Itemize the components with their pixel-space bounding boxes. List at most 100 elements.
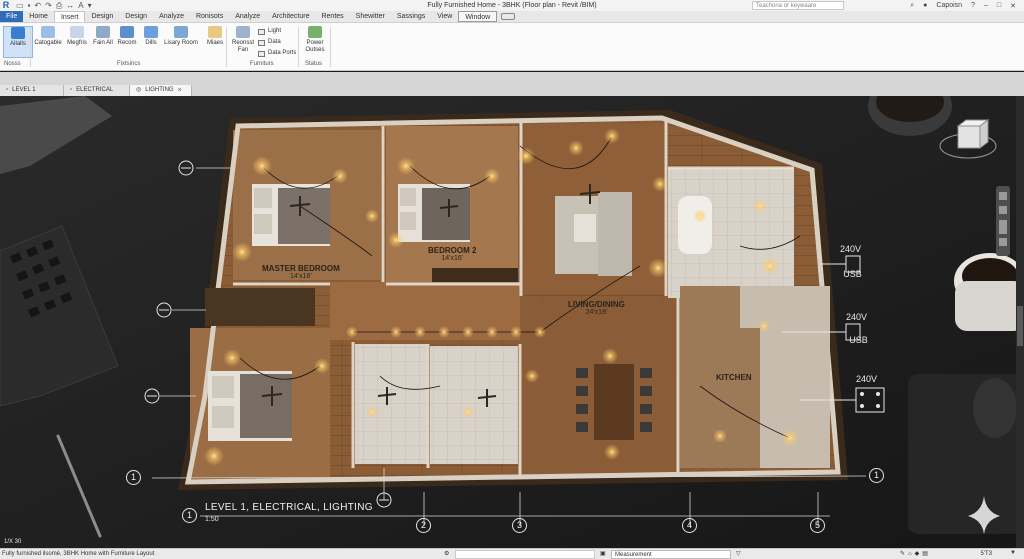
power-outlet-icon: [308, 26, 322, 38]
mouse: [973, 378, 1017, 438]
close-tab-icon[interactable]: ×: [178, 85, 182, 96]
annotation-240v-usb-1[interactable]: 240V USB: [840, 244, 862, 279]
fan-icon: [236, 26, 250, 38]
print-icon[interactable]: ⎙: [56, 1, 62, 11]
grid-bubble-5[interactable]: 5: [810, 518, 825, 533]
ribbon-separator: [330, 27, 331, 67]
room-icon: [120, 26, 134, 38]
title-right-controls: ⌕ ● Capoisn ? – □ ✕: [910, 0, 1016, 11]
tab-design-2[interactable]: Design: [119, 11, 153, 22]
settings-icon[interactable]: ⚙: [444, 550, 449, 557]
navigation-bar[interactable]: [996, 186, 1010, 256]
tab-view[interactable]: View: [431, 11, 458, 22]
redo-icon[interactable]: ↷: [45, 1, 52, 11]
grid-bubble-1-right[interactable]: 1: [869, 468, 884, 483]
undo-icon[interactable]: ↶: [34, 1, 41, 11]
power-outses-button[interactable]: Power Outses: [300, 26, 330, 58]
annotation-240v-usb-2[interactable]: 240V USB: [846, 312, 868, 345]
tab-rentes[interactable]: Rentes: [315, 11, 349, 22]
minimize-icon[interactable]: –: [984, 2, 988, 9]
view-tab-lighting[interactable]: ◎ LIGHTING ×: [130, 85, 192, 96]
room-label-bedroom-2: BEDROOM 2 14'x16': [428, 246, 477, 262]
light-icon: [258, 28, 265, 35]
search-icon[interactable]: ⌕: [910, 2, 914, 10]
data-item[interactable]: Data: [258, 37, 296, 48]
measure-icon[interactable]: ↔: [66, 1, 74, 11]
tab-file[interactable]: File: [0, 11, 24, 22]
tab-sassings[interactable]: Sassings: [391, 11, 431, 22]
bathtub: [678, 196, 712, 254]
dropdown-icon[interactable]: ▾: [88, 1, 92, 11]
tab-window[interactable]: Window: [458, 11, 498, 22]
user-icon[interactable]: ●: [923, 2, 927, 9]
tab-analyze[interactable]: Analyze: [153, 11, 190, 22]
data-ports-item[interactable]: Data Ports: [258, 48, 296, 59]
grid-bubble-4[interactable]: 4: [682, 518, 697, 533]
chair-icon: [174, 26, 188, 38]
drawing-canvas[interactable]: MASTER BEDROOM 14'x16' BEDROOM 2 14'x16'…: [0, 96, 1024, 548]
data-icon: [258, 39, 265, 46]
coffee-table: [574, 214, 596, 242]
plan-view-icon: ▫: [6, 87, 9, 93]
grid-bubble-1-left[interactable]: 1: [126, 470, 141, 485]
plan-view-icon: ▫: [70, 87, 73, 93]
tab-ronisots[interactable]: Ronisots: [190, 11, 229, 22]
catogable-button[interactable]: Catogable: [33, 26, 63, 58]
cursor-icon: [11, 27, 25, 39]
view-tab-level-1[interactable]: ▫ LEVEL 1: [0, 85, 64, 96]
annotation-240v-3[interactable]: 240V: [856, 374, 877, 385]
help-icon[interactable]: ?: [971, 2, 975, 9]
light-item[interactable]: Light: [258, 26, 296, 37]
component-icon: [41, 26, 55, 38]
close-icon[interactable]: ✕: [1010, 2, 1016, 10]
lisary-room-button[interactable]: Lisary Room: [163, 26, 199, 58]
grid-bubble-2[interactable]: 2: [416, 518, 431, 533]
text-icon[interactable]: A: [78, 1, 83, 11]
ribbon-separator: [226, 27, 227, 67]
save-icon[interactable]: ▪: [28, 1, 31, 11]
status-bar: 1/X 30 Fully furnished ilsomé, 3BHK Home…: [0, 539, 1024, 559]
group-label-nosss: Nosss: [4, 61, 21, 67]
view-tab-electrical[interactable]: ▫ ELECTRICAL: [64, 85, 130, 96]
dills-icon: [144, 26, 158, 38]
ribbon-separator: [298, 27, 299, 67]
grid-bubble-3[interactable]: 3: [512, 518, 527, 533]
tab-architecture[interactable]: Architecture: [266, 11, 315, 22]
wardrobe-1: [205, 288, 315, 326]
data-ports-icon: [258, 50, 265, 57]
user-name[interactable]: Capoisn: [936, 2, 962, 9]
view-tab-bar: ▫ LEVEL 1 ▫ ELECTRICAL ◎ LIGHTING ×: [0, 72, 1024, 96]
reonsst-fan-button[interactable]: Reonsst Fan: [228, 26, 258, 58]
level-icon[interactable]: ▣: [600, 550, 606, 557]
folder-icon[interactable]: ▭: [16, 1, 24, 11]
bath-1: [355, 344, 427, 464]
workset-field[interactable]: [455, 550, 595, 559]
tab-insert[interactable]: Insert: [53, 11, 86, 22]
tab-design[interactable]: Design: [85, 11, 119, 22]
tab-home[interactable]: Home: [23, 11, 54, 22]
ribbon-toggle-icon[interactable]: [501, 13, 516, 20]
view-scale: 1:50: [205, 516, 219, 523]
bed-3: [208, 371, 292, 441]
door-icon: [96, 26, 110, 38]
revit-logo-icon[interactable]: R: [0, 0, 12, 11]
maximize-icon[interactable]: □: [997, 2, 1001, 9]
ribbon-panel: Allalls Catogable Megfris Fain All Recom…: [0, 23, 1024, 71]
dills-button[interactable]: Dills: [136, 26, 166, 58]
status-message: Fully furnished ilsomé, 3BHK Home with F…: [2, 551, 155, 557]
tab-shewitter[interactable]: Shewitter: [350, 11, 391, 22]
measurement-field[interactable]: Measurement: [611, 550, 731, 559]
bed-master: [252, 184, 330, 246]
ribbon-tabs: File Home Insert Design Design Analyze R…: [0, 11, 1024, 23]
filter-funnel-icon[interactable]: ▼: [1010, 550, 1016, 556]
filter-icon[interactable]: ▽: [736, 550, 741, 557]
view-tabs: ▫ LEVEL 1 ▫ ELECTRICAL ◎ LIGHTING ×: [0, 85, 192, 96]
allalls-button[interactable]: Allalls: [3, 26, 33, 58]
scale-readout[interactable]: 1/X 30: [4, 539, 21, 545]
room-label-living-dining: LIVING/DINING 24'x18': [568, 300, 625, 316]
tab-analyze-2[interactable]: Analyze: [229, 11, 266, 22]
group-label-fixtures: Fixtsincs: [117, 61, 141, 67]
selection-icons[interactable]: ✎⌂◆▤: [900, 550, 931, 557]
bed-2: [398, 184, 470, 242]
search-input[interactable]: Teachona or keywaare: [752, 1, 844, 10]
